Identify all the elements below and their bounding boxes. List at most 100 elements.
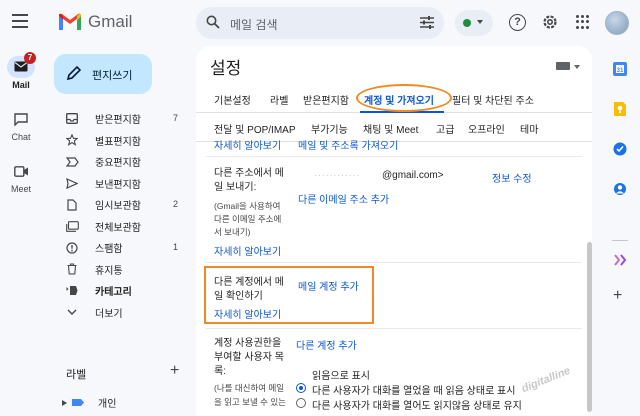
radio-keep-unread[interactable]	[296, 398, 306, 408]
tab-themes[interactable]: 테마	[520, 121, 538, 136]
top-bar: Gmail 메일 검색 ?	[0, 0, 640, 46]
radio-mark-read-label[interactable]: 다른 사용자가 대화를 열었을 때 읽음 상태로 표시	[312, 382, 515, 397]
contacts-icon[interactable]	[612, 181, 628, 197]
sendas-note: 서 보내기)	[214, 227, 251, 237]
tab-forwarding-pop-imap[interactable]: 전달 및 POP/IMAP	[214, 121, 296, 136]
nav-label: 카테고리	[95, 287, 132, 299]
tab-general[interactable]: 기본설정	[214, 92, 251, 107]
star-icon	[65, 133, 79, 147]
add-label-icon[interactable]: +	[170, 362, 179, 380]
label-item-personal[interactable]: 개인	[62, 395, 116, 410]
unread-badge: 7	[24, 52, 36, 64]
learn-more-link[interactable]: 자세히 알아보기	[214, 243, 281, 258]
mail-nav: 받은편지함 7 별표편지함 중요편지함 보낸편지함 임시보관함 2 전체보관함 …	[54, 108, 186, 323]
keep-icon[interactable]	[612, 101, 628, 117]
help-icon[interactable]: ?	[509, 14, 526, 31]
sendas-label-line1: 다른 주소에서 메	[214, 168, 284, 179]
radio-keep-unread-label[interactable]: 다른 사용자가 대화를 열어도 읽지않음 상태로 유지	[312, 397, 522, 412]
status-selector[interactable]	[455, 10, 493, 36]
nav-label: 보낸편지함	[95, 179, 141, 191]
tab-chat-meet[interactable]: 채팅 및 Meet	[363, 121, 418, 136]
tab-accounts-import[interactable]: 계정 및 가져오기	[364, 92, 434, 107]
settings-tabs-row-1: 기본설정 라벨 받은편지함 계정 및 가져오기 필터 및 차단된 주소	[196, 85, 592, 113]
inbox-icon	[65, 112, 79, 126]
apps-grid-icon[interactable]	[576, 15, 590, 29]
active-status-icon	[463, 19, 471, 27]
all-mail-icon	[65, 219, 79, 233]
tasks-icon[interactable]	[612, 141, 628, 157]
label-name: 개인	[98, 399, 117, 410]
tab-inbox[interactable]: 받은편지함	[303, 92, 349, 107]
caret-down-icon	[477, 20, 483, 24]
edit-info-link[interactable]: 정보 수정	[492, 170, 532, 185]
gear-icon[interactable]	[541, 13, 559, 31]
tab-advanced[interactable]: 고급	[436, 121, 454, 136]
rail-label-meet: Meet	[10, 184, 31, 194]
compose-button[interactable]: 편지쓰기	[54, 54, 152, 94]
sendas-address: @gmail.com>	[382, 170, 444, 181]
send-icon	[65, 176, 79, 190]
learn-more-link[interactable]: 자세히 알아보기	[214, 137, 281, 152]
label-tag-icon	[72, 399, 84, 406]
radio-mark-read[interactable]	[296, 383, 306, 393]
caret-down-icon[interactable]	[574, 65, 580, 69]
nav-label: 스팸함	[95, 244, 123, 256]
sendas-note: (Gmail을 사용하여	[214, 201, 281, 211]
rail-item-chat[interactable]: Chat	[0, 102, 42, 154]
nav-item-categories[interactable]: 카테고리	[54, 280, 186, 302]
add-other-account-link[interactable]: 다른 계정 추가	[296, 337, 357, 352]
grant-access-label-line1: 계정 사용권한을	[214, 338, 282, 349]
page-title: 설정	[210, 59, 242, 78]
tab-filters[interactable]: 필터 및 차단된 주소	[452, 92, 534, 107]
gmail-logo[interactable]: Gmail	[58, 12, 132, 32]
nav-count: 1	[172, 242, 178, 252]
addon-icon[interactable]	[612, 252, 628, 268]
keyboard-icon[interactable]	[556, 62, 570, 70]
nav-item-more[interactable]: 더보기	[54, 302, 186, 324]
rail-item-mail[interactable]: 7 Mail	[0, 50, 42, 102]
search-options-icon[interactable]	[420, 16, 434, 29]
expand-arrow-icon[interactable]	[62, 399, 68, 406]
tab-addons[interactable]: 부가기능	[311, 121, 348, 136]
avatar[interactable]	[605, 11, 629, 35]
nav-label: 휴지통	[95, 265, 123, 277]
rail-label-chat: Chat	[11, 132, 31, 142]
app-rail: 7 Mail Chat Meet	[0, 50, 42, 206]
mark-as-read-heading: 읽음으로 표시	[312, 371, 370, 382]
nav-item-drafts[interactable]: 임시보관함 2	[54, 194, 186, 216]
pencil-icon	[66, 65, 82, 81]
nav-item-inbox[interactable]: 받은편지함 7	[54, 108, 186, 130]
nav-label: 별표편지함	[95, 136, 141, 148]
sendas-note: 다른 이메일 주소에	[214, 214, 282, 224]
rail-item-meet[interactable]: Meet	[0, 154, 42, 206]
nav-item-starred[interactable]: 별표편지함	[54, 130, 186, 152]
tab-offline[interactable]: 오프라인	[468, 121, 505, 136]
search-input[interactable]: 메일 검색	[230, 16, 278, 33]
tab-labels[interactable]: 라벨	[270, 92, 288, 107]
rail-label-mail: Mail	[12, 80, 30, 90]
nav-label: 더보기	[95, 308, 123, 320]
nav-label: 받은편지함	[95, 115, 141, 127]
main-menu-icon[interactable]	[12, 14, 28, 30]
nav-item-sent[interactable]: 보낸편지함	[54, 173, 186, 195]
nav-item-all-mail[interactable]: 전체보관함	[54, 216, 186, 238]
search-bar[interactable]: 메일 검색	[196, 7, 444, 39]
get-addons-icon[interactable]: +	[613, 287, 622, 305]
add-other-email-link[interactable]: 다른 이메일 주소 추가	[298, 191, 389, 206]
grant-access-label-line2: 부여할 사용자 목	[214, 352, 284, 363]
search-icon[interactable]	[206, 15, 220, 29]
nav-item-trash[interactable]: 휴지통	[54, 259, 186, 281]
section-divider	[206, 328, 582, 329]
section-divider	[206, 156, 582, 157]
watermark: digitalline	[520, 364, 573, 396]
settings-panel: 설정 기본설정 라벨 받은편지함 계정 및 가져오기 필터 및 차단된 주소 전…	[196, 46, 592, 416]
calendar-icon[interactable]: 31	[612, 61, 628, 77]
chat-icon	[14, 113, 28, 126]
grant-access-note: 을 읽고 보낼 수 있는	[214, 397, 287, 407]
nav-item-important[interactable]: 중요편지함	[54, 151, 186, 173]
gmail-m-icon	[59, 13, 81, 30]
sendas-label-line2: 일 보내기:	[214, 182, 257, 193]
scrollbar[interactable]	[587, 242, 592, 412]
nav-item-spam[interactable]: 스팸함 1	[54, 237, 186, 259]
import-mail-contacts-link[interactable]: 메일 및 주소록 가져오기	[298, 137, 398, 152]
